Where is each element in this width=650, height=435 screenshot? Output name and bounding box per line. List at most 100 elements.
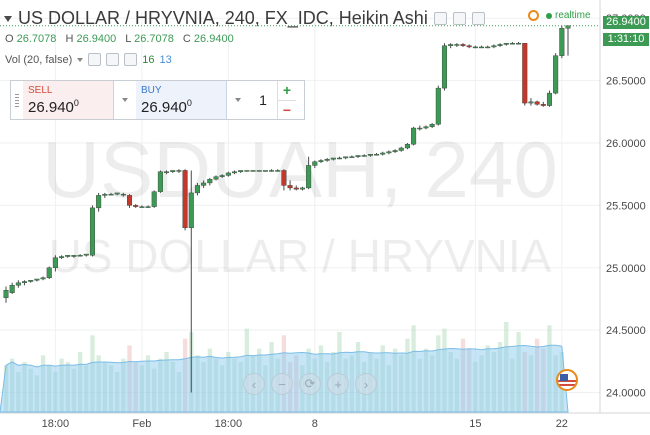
trade-panel: SELL 26.9400 BUY 26.9400 1 + −	[10, 80, 305, 120]
candle-body	[404, 144, 410, 149]
time-tick-label: 22	[556, 418, 568, 430]
price-tick-label: 26.5000	[606, 76, 646, 88]
candle-body	[213, 176, 219, 180]
candle-body	[528, 101, 534, 104]
quantity-minus-button[interactable]: −	[278, 101, 296, 120]
candle-body	[207, 178, 213, 184]
quantity-input[interactable]: 1	[249, 81, 278, 119]
open-label: O	[5, 33, 14, 45]
candle-body	[225, 172, 231, 176]
candle-body	[262, 170, 268, 172]
candle-body	[9, 285, 15, 293]
high-value: 26.9400	[76, 33, 117, 45]
compare-icon[interactable]	[452, 12, 466, 25]
sell-label: SELL	[28, 85, 53, 96]
volume-ma-value: 13	[159, 53, 172, 66]
chevron-down-icon[interactable]	[77, 57, 84, 62]
chart-title: US DOLLAR / HRYVNIA, 240, FX_IDC, Heikin…	[18, 8, 428, 28]
candle-body	[275, 170, 281, 172]
sell-dropdown[interactable]	[114, 81, 136, 119]
low-value: 26.7078	[134, 33, 174, 45]
candle-body	[164, 171, 170, 173]
candle-body	[386, 151, 392, 154]
close-icon[interactable]	[471, 12, 485, 25]
gear-icon[interactable]	[106, 53, 120, 66]
watermark-symbol: USDUAH, 240	[42, 125, 558, 214]
volume-label: Vol (20, false)	[5, 53, 73, 66]
candle-body	[120, 193, 126, 196]
candle-body	[34, 278, 40, 281]
candle-body	[423, 126, 429, 129]
candle-body	[139, 206, 145, 208]
time-axis: 18:00 Feb 18:00 8 15 22	[42, 418, 568, 430]
candle-body	[534, 101, 540, 105]
last-price-label: 26.9400	[603, 16, 649, 29]
chevron-down-icon	[235, 98, 241, 102]
candle-body	[102, 193, 108, 196]
candle-body	[336, 157, 343, 160]
price-tick-label: 25.0000	[606, 263, 646, 275]
scroll-right-button[interactable]: ›	[355, 373, 377, 395]
candle-body	[380, 152, 386, 155]
candle-body	[293, 187, 299, 190]
candle-body	[318, 160, 324, 162]
clock-icon[interactable]	[528, 10, 539, 21]
candle-body	[287, 185, 293, 189]
candle-body	[219, 175, 225, 177]
price-tick-label: 26.0000	[606, 138, 646, 150]
candle-body	[429, 124, 435, 127]
candle-body	[269, 170, 275, 172]
buy-button[interactable]: BUY 26.9400	[136, 81, 227, 119]
candle-body	[170, 170, 176, 172]
candle-body	[182, 170, 188, 229]
buy-dropdown[interactable]	[227, 81, 249, 119]
price-tick-label: 24.0000	[606, 388, 646, 400]
low-label: L	[125, 33, 132, 45]
time-tick-label: Feb	[132, 418, 151, 430]
zoom-toolbar: ‹ − ⟳ + ›	[243, 373, 377, 395]
close-icon[interactable]	[124, 53, 138, 66]
candle-body	[145, 206, 151, 208]
us-flag-icon[interactable]	[556, 369, 578, 391]
candle-body	[411, 127, 417, 145]
candle-body	[417, 127, 423, 130]
candle-body	[540, 104, 546, 106]
close-value: 26.9400	[193, 33, 234, 45]
volume-value: 16	[142, 53, 155, 66]
candle-body	[349, 156, 355, 158]
time-tick-label: 18:00	[42, 418, 70, 430]
bar-countdown: 1:31:10	[603, 33, 649, 46]
sell-button[interactable]: SELL 26.9400	[23, 81, 114, 119]
quantity-plus-button[interactable]: +	[278, 81, 296, 101]
candle-body	[151, 191, 157, 207]
candle-body	[231, 171, 238, 174]
candle-body	[65, 255, 71, 257]
chevron-down-icon	[122, 98, 128, 102]
candle-body	[176, 170, 182, 172]
reset-button[interactable]: ⟳	[299, 373, 321, 395]
symbol-collapse-arrow-icon[interactable]	[4, 15, 12, 22]
high-label: H	[65, 33, 74, 45]
candle-body	[194, 185, 200, 194]
eye-icon[interactable]	[88, 53, 102, 66]
candle-body	[398, 147, 404, 151]
candle-body	[355, 155, 361, 157]
time-tick-label: 15	[469, 418, 481, 430]
candle-body	[343, 156, 349, 159]
buy-label: BUY	[141, 85, 162, 96]
close-label: C	[182, 33, 191, 45]
live-dot-icon	[546, 12, 552, 19]
candle-body	[133, 205, 139, 207]
candle-body	[324, 159, 330, 161]
zoom-out-button[interactable]: −	[271, 373, 293, 395]
watermark-name: US DOLLAR / HRYVNIA	[49, 230, 552, 282]
candle-body	[77, 255, 83, 257]
drag-handle-icon[interactable]	[11, 81, 23, 119]
candle-body	[306, 165, 312, 189]
settings-icon[interactable]	[433, 12, 447, 25]
scroll-left-button[interactable]: ‹	[243, 373, 265, 395]
candle-body	[256, 170, 262, 172]
zoom-in-button[interactable]: +	[327, 373, 349, 395]
candle-body	[281, 170, 287, 186]
sell-price: 26.9400	[28, 98, 79, 116]
